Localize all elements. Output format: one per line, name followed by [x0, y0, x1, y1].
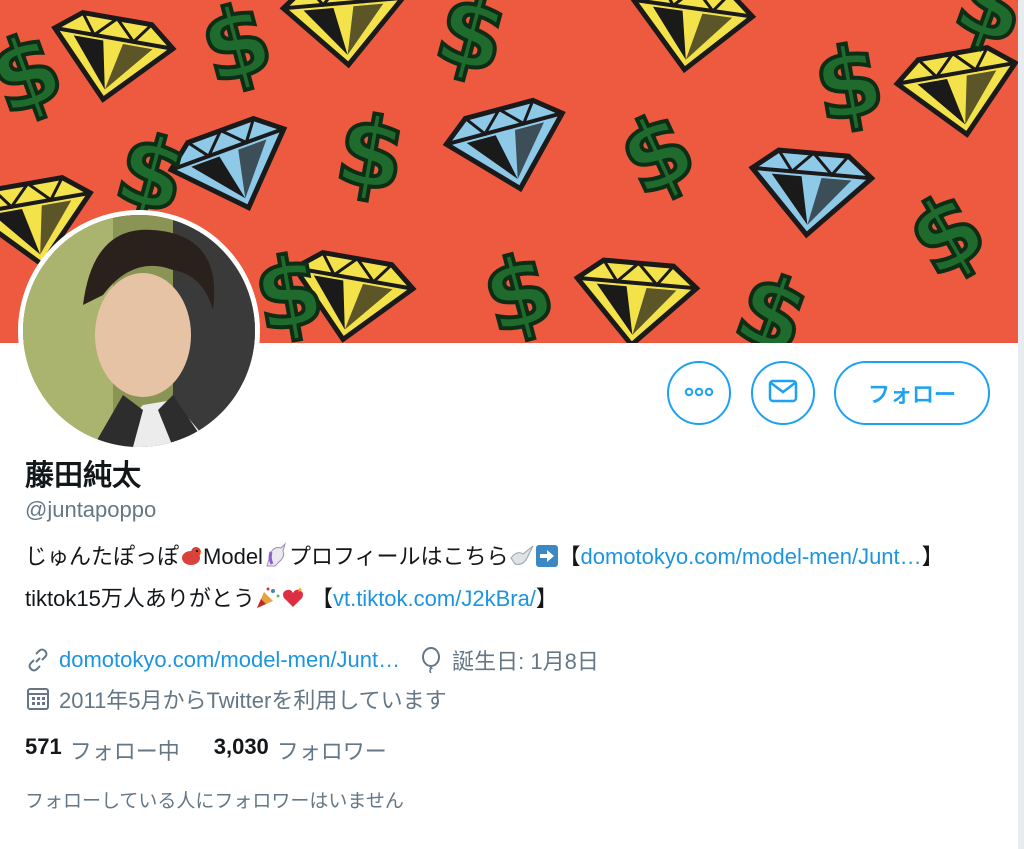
more-button[interactable]: [667, 361, 731, 425]
website-link[interactable]: domotokyo.com/model-men/Junt…: [59, 647, 400, 673]
followers-link[interactable]: 3,030 フォロワー: [214, 734, 387, 766]
following-count: 571: [25, 734, 62, 759]
sparkling-heart-icon: [281, 584, 305, 622]
message-button[interactable]: [751, 361, 815, 425]
bio-text: 【: [558, 544, 581, 569]
display-name: 藤田純太: [25, 460, 142, 492]
profile-meta-row: domotokyo.com/model-men/Junt… 誕生日: 1月8日: [25, 644, 599, 676]
balloon-icon: [418, 647, 444, 673]
followers-you-know-note: フォローしている人にフォロワーはいません: [25, 791, 404, 812]
bird-icon: [179, 542, 204, 580]
envelope-icon: [768, 379, 798, 408]
followers-count: 3,030: [213, 734, 269, 759]
username: @juntapoppo: [25, 497, 157, 522]
join-date: 2011年5月からTwitterを利用しています: [59, 688, 447, 713]
link-icon: [25, 647, 51, 673]
more-icon: [684, 384, 714, 402]
follow-stats: 571 フォロー中 3,030 フォロワー: [25, 734, 421, 766]
calendar-icon: [25, 686, 51, 712]
following-label: フォロー中: [69, 739, 180, 764]
bio-text: Model: [203, 544, 263, 569]
bio-text: 】: [535, 586, 558, 611]
bio-link-domotokyo[interactable]: domotokyo.com/model-men/Junt…: [581, 544, 922, 569]
bio: じゅんたぽっぽ Model プロフィールはこちら 【domotokyo.com/mod…: [25, 538, 1005, 622]
follow-button[interactable]: フォロー: [834, 361, 990, 425]
profile-meta-row: 2011年5月からTwitterを利用しています: [25, 683, 447, 715]
bio-text: プロフィールはこちら: [288, 544, 509, 569]
bio-text: 【: [310, 586, 333, 611]
party-popper-icon: [255, 584, 281, 622]
column-border: [1018, 0, 1024, 849]
bio-text: じゅんたぽっぽ: [25, 544, 180, 569]
right-arrow-icon: [535, 542, 559, 580]
dove-icon: [509, 542, 535, 580]
avatar-photo: [23, 215, 255, 447]
following-link[interactable]: 571 フォロー中: [25, 734, 180, 766]
birthday-text: 誕生日: 1月8日: [452, 649, 599, 674]
bio-link-tiktok[interactable]: vt.tiktok.com/J2kBra/: [333, 586, 536, 611]
followers-label: フォロワー: [276, 739, 387, 764]
unicorn-icon: [263, 542, 289, 580]
avatar[interactable]: [18, 210, 260, 452]
